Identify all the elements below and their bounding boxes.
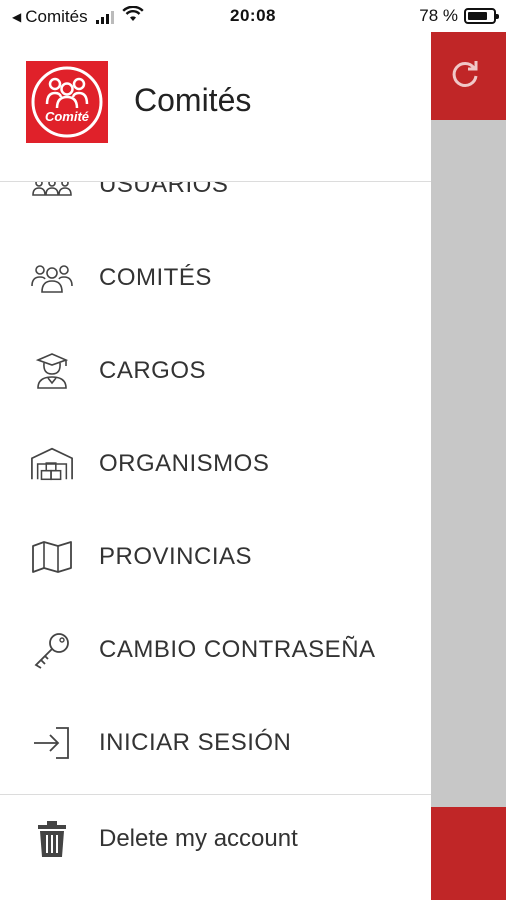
drawer-title: Comités bbox=[134, 82, 252, 118]
delete-account-button[interactable]: Delete my account bbox=[0, 809, 431, 869]
menu-label: CARGOS bbox=[99, 357, 207, 384]
menu-label: ORGANISMOS bbox=[99, 450, 270, 477]
menu-item-iniciar-sesion[interactable]: INICIAR SESIÓN bbox=[0, 713, 431, 773]
menu-item-cargos[interactable]: CARGOS bbox=[0, 341, 431, 401]
menu-label: USUARIOS bbox=[99, 182, 229, 198]
main-content-dimmed[interactable] bbox=[431, 32, 506, 900]
menu-label: CAMBIO CONTRASEÑA bbox=[99, 636, 376, 663]
battery-icon bbox=[464, 8, 499, 24]
delete-account-label: Delete my account bbox=[99, 825, 298, 852]
map-icon bbox=[30, 537, 74, 577]
drawer-header: Comité Comités bbox=[0, 32, 431, 182]
menu-item-cambio-contrasena[interactable]: CAMBIO CONTRASEÑA bbox=[0, 620, 431, 680]
menu-item-usuarios[interactable]: USUARIOS bbox=[0, 182, 431, 215]
drawer-footer: Delete my account bbox=[0, 794, 431, 900]
logo-text: Comité bbox=[45, 109, 89, 124]
navigation-drawer: Comité Comités USUARIOS COMITÉS CARGOS O… bbox=[0, 32, 431, 900]
menu-item-comites[interactable]: COMITÉS bbox=[0, 248, 431, 308]
key-icon bbox=[30, 630, 74, 670]
menu-label: PROVINCIAS bbox=[99, 543, 253, 570]
app-header bbox=[431, 32, 506, 120]
menu-item-provincias[interactable]: PROVINCIAS bbox=[0, 527, 431, 587]
trash-icon bbox=[32, 819, 72, 859]
users-board-icon bbox=[30, 182, 74, 205]
battery-percent: 78 % bbox=[419, 6, 458, 25]
menu-label: COMITÉS bbox=[99, 264, 212, 291]
building-icon bbox=[30, 444, 74, 484]
graduate-icon bbox=[30, 351, 74, 391]
app-bottom-bar bbox=[431, 807, 506, 900]
app-logo: Comité bbox=[26, 61, 108, 143]
drawer-menu: USUARIOS COMITÉS CARGOS ORGANISMOS PROVI… bbox=[0, 182, 431, 794]
login-icon bbox=[30, 723, 74, 763]
menu-item-organismos[interactable]: ORGANISMOS bbox=[0, 434, 431, 494]
menu-label: INICIAR SESIÓN bbox=[99, 729, 292, 756]
status-bar: ◀ Comités 20:08 78 % bbox=[0, 0, 506, 32]
refresh-icon[interactable] bbox=[447, 56, 483, 92]
group-icon bbox=[30, 258, 74, 298]
